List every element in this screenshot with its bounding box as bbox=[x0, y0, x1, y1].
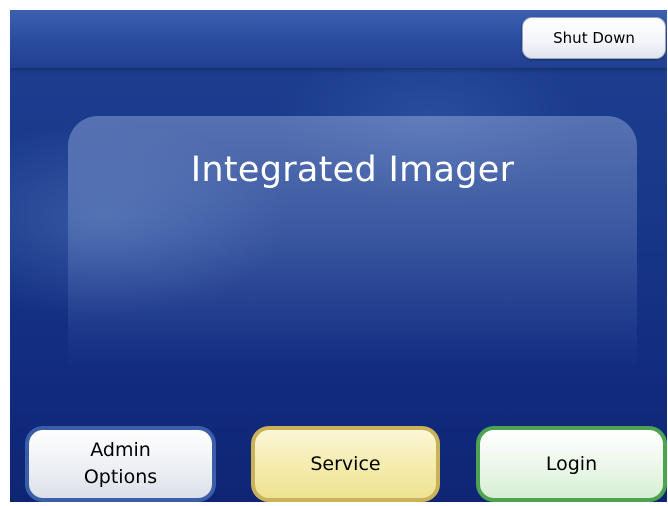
admin-options-button[interactable]: Admin Options bbox=[25, 426, 216, 502]
top-bar: Shut Down bbox=[10, 10, 667, 68]
login-label: Login bbox=[545, 452, 598, 475]
shutdown-button[interactable]: Shut Down bbox=[522, 17, 666, 59]
shutdown-button-label: Shut Down bbox=[553, 29, 635, 47]
main-screen: Shut Down Integrated Imager Admin Option… bbox=[10, 10, 667, 502]
title-panel: Integrated Imager bbox=[68, 116, 637, 368]
service-label: Service bbox=[310, 452, 381, 475]
admin-options-label: Admin Options bbox=[83, 439, 158, 488]
app-title: Integrated Imager bbox=[190, 150, 515, 190]
service-button[interactable]: Service bbox=[251, 426, 440, 502]
login-button[interactable]: Login bbox=[476, 426, 667, 502]
